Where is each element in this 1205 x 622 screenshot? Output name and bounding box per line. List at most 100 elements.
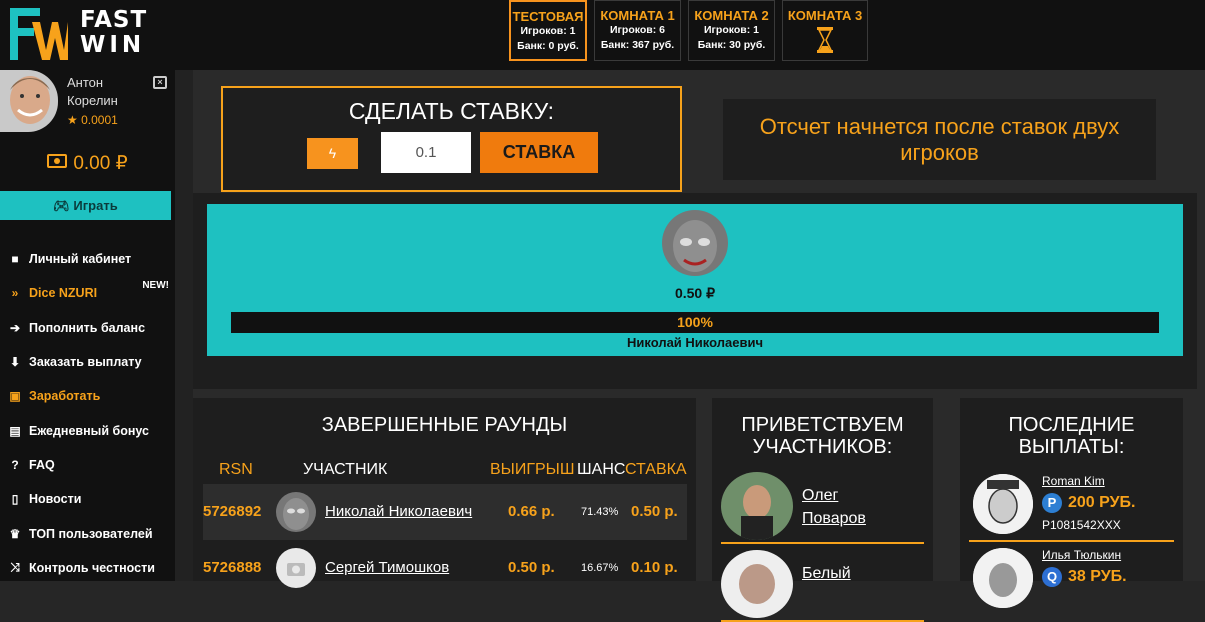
gift-icon: ▤	[9, 423, 21, 438]
sidebar-item-earn[interactable]: ▣ Заработать	[0, 379, 175, 413]
row-avatar	[276, 548, 316, 588]
room-players: Игроков: 1	[520, 25, 576, 37]
question-circle-icon: ?	[11, 457, 19, 472]
sidebar-item-label: Новости	[29, 492, 82, 507]
chevrons-right-icon: »	[11, 286, 19, 301]
user-avatar[interactable]	[0, 70, 58, 132]
user-last-name: Корелин	[67, 93, 118, 108]
new-badge: NEW!	[142, 280, 169, 292]
user-name-link[interactable]: Олег Поваров	[802, 484, 866, 530]
user-avatar	[721, 472, 793, 540]
room-name: КОМНАТА 2	[694, 8, 769, 23]
user-balance: 0.00 ₽	[0, 152, 175, 175]
welcome-panel: ПРИВЕТСТВУЕМ УЧАСТНИКОВ: Олег Поваров Бе…	[712, 398, 933, 622]
countdown-message: Отсчет начнется после ставок двух игроко…	[723, 99, 1156, 180]
payout-amount: Q 38 РУБ.	[1042, 567, 1127, 587]
rounds-title: ЗАВЕРШЕННЫЕ РАУНДЫ	[321, 414, 568, 436]
col-player: УЧАСТНИК	[303, 461, 388, 478]
sidebar-item-label: ТОП пользователей	[29, 526, 153, 541]
col-bet: СТАВКА	[625, 461, 687, 478]
shuffle-icon: ⤨	[10, 560, 20, 575]
room-name: КОМНАТА 1	[600, 8, 675, 23]
room-bank: Банк: 30 руб.	[697, 39, 766, 51]
room-tab-2[interactable]: КОМНАТА 2 Игроков: 1 Банк: 30 руб.	[688, 0, 775, 61]
round-win: 0.50 р.	[508, 559, 555, 576]
sidebar-item-label: Личный кабинет	[29, 252, 132, 267]
rounds-header: RSN УЧАСТНИК ВЫИГРЫШ ШАНС СТАВКА	[193, 461, 696, 481]
completed-rounds-panel: ЗАВЕРШЕННЫЕ РАУНДЫ RSN УЧАСТНИК ВЫИГРЫШ …	[193, 398, 696, 588]
room-players: Игроков: 6	[610, 24, 665, 36]
payout-account: P1081542XXX	[1042, 518, 1121, 532]
sidebar-item-label: FAQ	[29, 457, 55, 472]
sidebar-item-bonus[interactable]: ▤ Ежедневный бонус	[0, 413, 175, 447]
round-win: 0.66 р.	[508, 503, 555, 520]
sidebar-item-label: Пополнить баланс	[29, 320, 146, 335]
payout-user-link[interactable]: Roman Kim	[1042, 474, 1105, 488]
logo-text: FAST WIN	[80, 7, 148, 58]
user-name: Антон Корелин	[67, 74, 118, 110]
bookmark-icon: ▯	[11, 492, 19, 507]
room-name: КОМНАТА 3	[787, 8, 863, 23]
user-first-name: Антон	[67, 75, 104, 90]
quick-bet-button[interactable]: ϟ	[307, 138, 358, 169]
sidebar-item-faq[interactable]: ? FAQ	[0, 448, 175, 482]
game-arena: 0.50 ₽ 100% Николай Николаевич	[207, 204, 1183, 356]
sidebar-item-label: Заказать выплату	[29, 355, 142, 370]
round-player-link[interactable]: Сергей Тимошков	[325, 540, 449, 596]
sidebar-item-deposit[interactable]: ➔ Пополнить баланс	[0, 311, 175, 345]
bet-title: СДЕЛАТЬ СТАВКУ:	[348, 98, 555, 124]
sidebar-menu: ■ Личный кабинет » Dice NZURI NEW! ➔ Пополни…	[0, 242, 175, 585]
sidebar-item-label: Заработать	[29, 389, 101, 404]
round-player-link[interactable]: Николай Николаевич	[325, 484, 472, 540]
col-rsn: RSN	[219, 461, 253, 478]
place-bet-button[interactable]: СТАВКА	[480, 132, 598, 173]
room-bank: Банк: 0 руб.	[517, 40, 579, 52]
bet-amount-input[interactable]	[381, 132, 471, 173]
round-bet: 0.50 р.	[631, 503, 678, 520]
player-avatar	[662, 210, 728, 276]
logout-icon[interactable]: ×	[153, 76, 167, 89]
room-tabs: ТЕСТОВАЯ Игроков: 1 Банк: 0 руб. КОМНАТА…	[509, 0, 868, 62]
gamepad-icon: 🎮︎	[53, 198, 70, 213]
room-players: Игроков: 1	[704, 24, 759, 36]
sidebar-item-top[interactable]: ♛ ТОП пользователей	[0, 516, 175, 550]
col-chance: ШАНС	[577, 461, 626, 478]
row-avatar	[276, 492, 316, 532]
player-name: Николай Николаевич	[626, 335, 763, 350]
col-win: ВЫИГРЫШ	[490, 461, 575, 478]
user-avatar	[973, 474, 1033, 534]
logo[interactable]: FAST WIN	[10, 6, 148, 62]
room-name: ТЕСТОВАЯ	[512, 9, 584, 24]
arrow-circle-right-icon: ➔	[9, 320, 21, 335]
table-row: 5726892 Николай Николаевич 0.66 р. 71.43…	[203, 484, 687, 540]
chance-bar: 100%	[231, 312, 1159, 333]
arrow-circle-down-icon: ⬇	[9, 355, 21, 370]
sidebar-item-cabinet[interactable]: ■ Личный кабинет	[0, 242, 175, 276]
list-item: Илья Тюлькин Q 38 РУБ.	[969, 544, 1174, 616]
payout-user-link[interactable]: Илья Тюлькин	[1042, 548, 1121, 562]
sidebar-item-news[interactable]: ▯ Новости	[0, 482, 175, 516]
sidebar-item-label: Ежедневный бонус	[29, 423, 149, 438]
top-bar: FAST WIN ТЕСТОВАЯ Игроков: 1 Банк: 0 руб…	[0, 0, 1205, 70]
room-tab-3[interactable]: КОМНАТА 3	[782, 0, 868, 61]
list-item: Белый	[721, 548, 924, 622]
sidebar: Антон Корелин × ★ 0.0001 0.00 ₽ 🎮︎ Играт…	[0, 70, 175, 581]
sidebar-item-fairness[interactable]: ⤨ Контроль честности	[0, 551, 175, 585]
round-id[interactable]: 5726888	[203, 540, 261, 596]
round-id[interactable]: 5726892	[203, 484, 261, 540]
play-button[interactable]: 🎮︎ Играть	[0, 191, 171, 220]
bet-panel: СДЕЛАТЬ СТАВКУ: ϟ СТАВКА	[221, 86, 682, 192]
room-bank: Банк: 367 руб.	[600, 39, 675, 51]
user-avatar	[973, 548, 1033, 608]
user-name-link[interactable]: Белый	[802, 562, 851, 585]
welcome-title: ПРИВЕТСТВУЕМ УЧАСТНИКОВ:	[741, 414, 904, 458]
player-bet-amount: 0.50 ₽	[674, 285, 716, 301]
sidebar-item-withdraw[interactable]: ⬇ Заказать выплату	[0, 345, 175, 379]
room-tab-test[interactable]: ТЕСТОВАЯ Игроков: 1 Банк: 0 руб.	[509, 0, 587, 61]
room-tab-1[interactable]: КОМНАТА 1 Игроков: 6 Банк: 367 руб.	[594, 0, 681, 61]
money-icon	[47, 154, 68, 168]
play-label: Играть	[73, 198, 118, 213]
briefcase-icon: ■	[11, 252, 19, 267]
sidebar-item-dice[interactable]: » Dice NZURI NEW!	[0, 276, 175, 310]
payout-amount: P 200 РУБ.	[1042, 493, 1136, 513]
